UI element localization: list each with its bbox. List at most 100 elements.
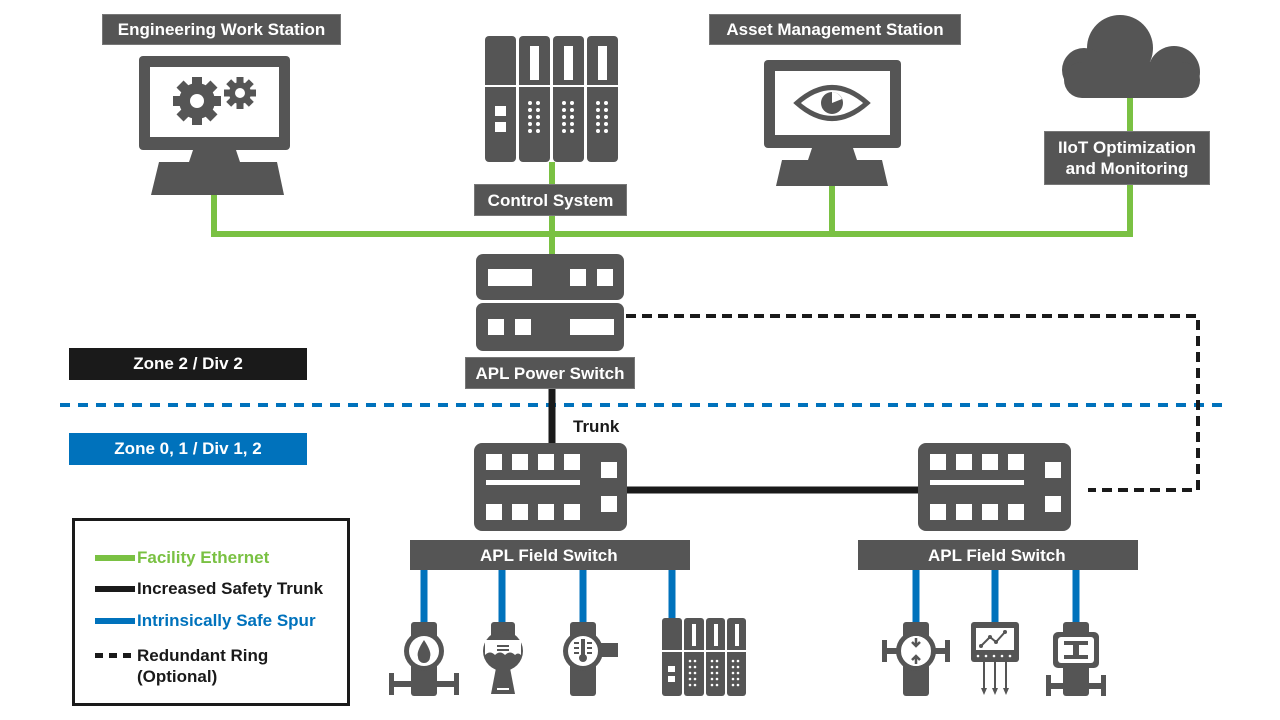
legend-swatch-black: [95, 586, 135, 592]
rack-dot: [710, 677, 714, 681]
apl-field-switch-2-label: APL Field Switch: [858, 540, 1138, 570]
legend-label-sub: (Optional): [137, 667, 218, 686]
field-switch-icon: [918, 443, 1071, 531]
legend-item-redundant-ring: Redundant Ring (Optional): [95, 645, 268, 687]
rack-dot: [536, 129, 540, 133]
rack-dot: [715, 683, 719, 687]
rack-dot: [536, 108, 540, 112]
rack-dot: [604, 129, 608, 133]
level-transmitter-icon: [483, 622, 523, 694]
rack-dot: [570, 108, 574, 112]
rack-dot: [693, 659, 697, 663]
zone-0-1-label: Zone 0, 1 / Div 1, 2: [69, 433, 307, 465]
iiot-label-line2: and Monitoring: [1065, 159, 1189, 178]
rack-dot: [710, 671, 714, 675]
facility-ethernet-lines: [211, 98, 1133, 256]
rack-dot: [596, 122, 600, 126]
rack-dot: [693, 683, 697, 687]
control-system-label: Control System: [474, 184, 627, 216]
rack-dot: [693, 671, 697, 675]
rack-dot: [528, 108, 532, 112]
valve-positioner-icon: [1046, 622, 1106, 696]
rack-dot: [710, 659, 714, 663]
pressure-transmitter-icon: [882, 622, 950, 696]
rack-dot: [596, 101, 600, 105]
rack-dot: [688, 659, 692, 663]
apl-field-switch-1-label: APL Field Switch: [410, 540, 690, 570]
trunk-label: Trunk: [573, 417, 620, 436]
legend-swatch-green: [95, 555, 135, 561]
flow-meter-icon: [389, 622, 459, 696]
rack-dot: [688, 677, 692, 681]
legend-label: Facility Ethernet: [137, 548, 270, 567]
rack-dot: [688, 671, 692, 675]
rack-dot: [570, 129, 574, 133]
rack-dot: [596, 129, 600, 133]
rack-dot: [736, 659, 740, 663]
rack-dot: [562, 101, 566, 105]
iiot-label: IIoT Optimization and Monitoring: [1044, 131, 1210, 185]
rack-dot: [528, 101, 532, 105]
cloud-icon: [1062, 15, 1200, 98]
legend-label: Intrinsically Safe Spur: [137, 611, 316, 630]
rack-dot: [715, 671, 719, 675]
rack-dot: [528, 122, 532, 126]
rack-dot: [736, 671, 740, 675]
rack-dot: [736, 683, 740, 687]
rack-dot: [731, 677, 735, 681]
rack-dot: [562, 108, 566, 112]
controller-rack-icon: [484, 36, 619, 162]
rack-dot: [604, 122, 608, 126]
analyzer-icon: [971, 622, 1019, 695]
asset-management-station-label: Asset Management Station: [709, 14, 961, 45]
engineering-work-station-label: Engineering Work Station: [102, 14, 341, 45]
rack-dot: [604, 115, 608, 119]
rack-dot: [688, 683, 692, 687]
rack-dot: [693, 677, 697, 681]
rack-dot: [604, 108, 608, 112]
rack-dot: [710, 665, 714, 669]
rack-dot: [693, 665, 697, 669]
rack-dot: [536, 115, 540, 119]
legend-item-spur: Intrinsically Safe Spur: [95, 610, 316, 631]
rack-dot: [736, 665, 740, 669]
monitor-gears-icon: [139, 56, 290, 195]
rack-dot: [536, 122, 540, 126]
apl-power-switch-label: APL Power Switch: [465, 357, 635, 389]
rack-dot: [731, 671, 735, 675]
legend-swatch-blue: [95, 618, 135, 624]
rack-dot: [562, 129, 566, 133]
power-switch-icon: [476, 254, 624, 351]
rack-dot: [715, 677, 719, 681]
legend-item-facility-ethernet: Facility Ethernet: [95, 547, 269, 568]
rack-dot: [570, 122, 574, 126]
rack-dot: [688, 665, 692, 669]
rack-dot: [528, 115, 532, 119]
rack-dot: [731, 683, 735, 687]
legend-swatch-dashed: [95, 653, 135, 658]
rack-dot: [570, 115, 574, 119]
rack-dot: [562, 115, 566, 119]
rack-dot: [731, 665, 735, 669]
spur-lines: [420, 568, 1080, 624]
rack-dot: [570, 101, 574, 105]
field-switch-icon: [474, 443, 627, 531]
legend-label: Increased Safety Trunk: [137, 579, 324, 598]
rack-dot: [596, 108, 600, 112]
rack-dot: [715, 659, 719, 663]
legend-label: Redundant Ring: [137, 646, 269, 665]
rack-dot: [710, 683, 714, 687]
zone-2-label: Zone 2 / Div 2: [69, 348, 307, 380]
rack-dot: [731, 659, 735, 663]
rack-dot: [715, 665, 719, 669]
monitor-eye-icon: [764, 60, 901, 186]
remote-io-rack-icon: [661, 618, 747, 696]
legend: Facility Ethernet Increased Safety Trunk…: [72, 518, 350, 706]
temperature-transmitter-icon: [563, 622, 618, 696]
rack-dot: [736, 677, 740, 681]
iiot-label-line1: IIoT Optimization: [1058, 138, 1196, 157]
rack-dot: [596, 115, 600, 119]
rack-dot: [536, 101, 540, 105]
rack-dot: [528, 129, 532, 133]
rack-dot: [562, 122, 566, 126]
